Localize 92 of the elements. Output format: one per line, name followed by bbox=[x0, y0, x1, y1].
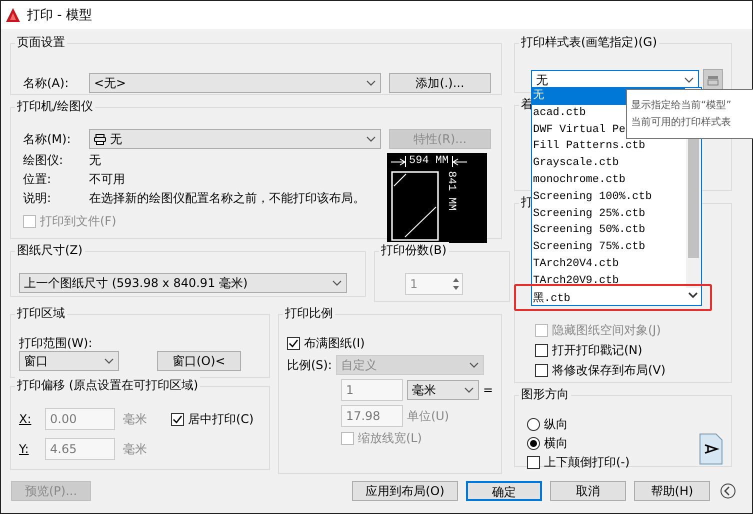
dropdown-option[interactable]: Fill Patterns.ctb bbox=[532, 138, 685, 156]
name-dropdown[interactable]: <无> bbox=[89, 73, 381, 93]
unit-label: 毫米 bbox=[123, 412, 147, 426]
info-value: 无 bbox=[89, 153, 101, 168]
field-label: 打印范围(W): bbox=[19, 336, 94, 351]
group-title: 图纸尺寸(Z) bbox=[15, 242, 85, 258]
dialog-button[interactable]: 取消 bbox=[550, 481, 626, 501]
dimension-arrow-icon bbox=[452, 158, 467, 166]
dimension-arrow-icon bbox=[391, 158, 405, 166]
radio-button[interactable] bbox=[527, 437, 540, 450]
dropdown-option[interactable]: acad.ctb bbox=[532, 104, 625, 122]
radio-label: 横向 bbox=[544, 436, 568, 451]
info-value: 在选择新的绘图仪配置名称之前，不能打印该布局。 bbox=[89, 191, 365, 206]
group-title: 打印偏移 (原点设置在可打印区域) bbox=[15, 377, 200, 393]
dialog-button[interactable]: 帮助(H) bbox=[634, 481, 710, 501]
window-title: 打印 - 模型 bbox=[27, 8, 92, 22]
group-title: 图形方向 bbox=[519, 386, 571, 402]
dropdown-option[interactable]: TArch20V4.ctb bbox=[532, 256, 685, 273]
unit-dropdown[interactable]: 毫米 bbox=[406, 380, 479, 400]
checkbox-label: 布满图纸(I) bbox=[304, 336, 365, 351]
dialog-button[interactable]: 确定 bbox=[466, 481, 542, 501]
dropdown-option[interactable]: Screening 100%.ctb bbox=[532, 188, 685, 206]
dropdown-option[interactable]: Screening 25%.ctb bbox=[532, 206, 685, 222]
dialog-button[interactable]: 应用到布局(O) bbox=[352, 481, 458, 501]
info-label: 绘图仪: bbox=[23, 153, 64, 168]
tooltip-text: 当前可用的打印样式表 bbox=[631, 116, 732, 130]
chevron-icon bbox=[684, 76, 694, 84]
scale-field[interactable]: 17.98 bbox=[340, 405, 403, 427]
radio-button[interactable] bbox=[527, 418, 540, 431]
plot-range-dropdown[interactable]: 窗口 bbox=[19, 351, 119, 371]
radio-label: 纵向 bbox=[544, 417, 568, 432]
checkbox[interactable] bbox=[535, 364, 548, 377]
dropdown-option[interactable]: TArch20V9.ctb bbox=[532, 272, 685, 290]
checkbox[interactable] bbox=[286, 337, 300, 350]
field-label: 名称(M): bbox=[23, 132, 72, 146]
scroll-down-icon bbox=[688, 291, 698, 299]
printer-icon bbox=[94, 134, 106, 144]
info-label: 位置: bbox=[23, 172, 52, 187]
offset-field[interactable]: 4.65 bbox=[45, 438, 115, 460]
chevron-icon bbox=[366, 79, 376, 87]
field-label: X: bbox=[19, 412, 32, 426]
checkbox[interactable] bbox=[527, 456, 540, 469]
window-button[interactable]: 窗口(O)< bbox=[156, 351, 241, 371]
dropdown-value: 无 bbox=[110, 132, 122, 146]
add-button[interactable]: 添加(.)... bbox=[389, 73, 491, 93]
orientation-page-icon bbox=[699, 433, 723, 465]
field-label: 名称(A): bbox=[23, 76, 70, 90]
checkbox-label: 隐藏图纸空间对象(J) bbox=[552, 323, 661, 338]
scale-field[interactable]: 1 bbox=[340, 379, 403, 401]
field-label: 比例(S): bbox=[286, 358, 332, 372]
paper-size-dropdown[interactable]: 上一个图纸尺寸 (593.98 x 840.91 毫米) bbox=[19, 273, 347, 293]
table-edit-icon bbox=[706, 74, 720, 88]
chevron-icon bbox=[104, 357, 114, 365]
checkbox[interactable] bbox=[171, 413, 184, 426]
chevron-icon bbox=[332, 279, 342, 287]
group-title: 打印区域 bbox=[15, 305, 67, 321]
checkbox[interactable] bbox=[535, 344, 548, 357]
group-title: 打印样式表(画笔指定)(G) bbox=[519, 34, 660, 50]
group-title: 页面设置 bbox=[15, 34, 67, 50]
checkbox-label: 缩放线宽(L) bbox=[358, 431, 422, 446]
checkbox-label: 打印到文件(F) bbox=[40, 214, 116, 229]
dropdown-option[interactable]: DWF Virtual Pe bbox=[532, 122, 625, 138]
chevron-icon bbox=[366, 135, 376, 143]
chevron-icon bbox=[468, 361, 479, 369]
logo-icon bbox=[5, 7, 21, 23]
chevron-icon bbox=[464, 386, 474, 394]
dimension-label: 594 MM bbox=[405, 156, 453, 167]
equals-sign: = bbox=[482, 382, 493, 398]
dropdown-option[interactable]: Screening 50%.ctb bbox=[532, 222, 685, 240]
paper-sheet-icon bbox=[391, 171, 439, 241]
unit-label: 毫米 bbox=[123, 442, 147, 456]
collapse-icon bbox=[720, 483, 736, 499]
dropdown-option[interactable]: 黑.ctb bbox=[532, 290, 685, 309]
checkbox-label: 将修改保存到布局(V) bbox=[552, 363, 666, 378]
dropdown-option[interactable]: monochrome.ctb bbox=[532, 172, 685, 189]
checkbox-label: 打开打印戳记(N) bbox=[552, 343, 642, 358]
spinner-value: 1 bbox=[409, 276, 419, 292]
info-label: 说明: bbox=[23, 191, 52, 206]
group-title: 打印比例 bbox=[282, 305, 335, 321]
dropdown-option[interactable]: Grayscale.ctb bbox=[532, 155, 685, 172]
unit-label: 单位(U) bbox=[406, 408, 450, 424]
offset-field[interactable]: 0.00 bbox=[45, 408, 115, 430]
checkbox-label: 居中打印(C) bbox=[188, 412, 254, 427]
dimension-label: 841 MM bbox=[445, 171, 457, 213]
dropdown-option[interactable]: Screening 75%.ctb bbox=[532, 239, 685, 256]
field-label: Y: bbox=[19, 442, 30, 456]
group-title: 打印份数(B) bbox=[379, 242, 449, 258]
checkbox-label: 上下颠倒打印(-) bbox=[544, 455, 630, 470]
group-title: 打印机/绘图仪 bbox=[15, 98, 96, 114]
info-value: 不可用 bbox=[89, 172, 125, 187]
edit-style-button[interactable] bbox=[703, 69, 723, 91]
plotter-dropdown[interactable]: 无 bbox=[89, 129, 381, 149]
